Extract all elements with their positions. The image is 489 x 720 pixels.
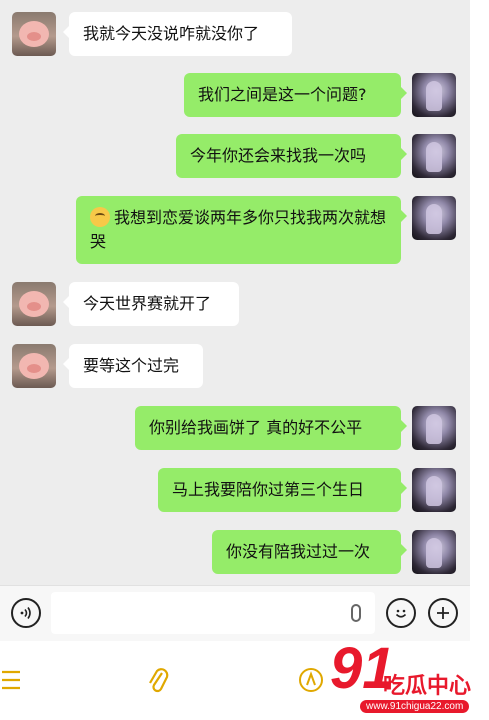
watermark-brand-name: 吃瓜中心: [383, 674, 472, 699]
microphone-icon[interactable]: [351, 604, 361, 622]
self-avatar[interactable]: [412, 196, 456, 240]
self-avatar[interactable]: [412, 468, 456, 512]
self-avatar[interactable]: [412, 406, 456, 450]
right-edge-strip: [470, 0, 489, 720]
message-text: 你别给我画饼了 真的好不公平: [149, 418, 363, 437]
message-text: 我想到恋爱谈两年多你只找我两次就想哭: [90, 208, 387, 251]
self-avatar[interactable]: [412, 73, 456, 117]
contact-avatar[interactable]: [12, 282, 56, 326]
message-text: 你没有陪我过过一次: [226, 542, 371, 561]
chat-area: 我就今天没说咋就没你了 我们之间是这一个问题? 今年你还会来找我一次吗 我想到恋…: [0, 0, 470, 585]
incoming-message[interactable]: 要等这个过完: [63, 344, 203, 388]
watermark-url: www.91chigua22.com: [360, 700, 470, 713]
contact-avatar[interactable]: [12, 344, 56, 388]
message-text: 今年你还会来找我一次吗: [190, 146, 367, 165]
paperclip-icon[interactable]: [146, 665, 170, 702]
more-plus-icon[interactable]: [428, 598, 458, 628]
outgoing-message[interactable]: 你别给我画饼了 真的好不公平: [135, 406, 407, 450]
outgoing-message[interactable]: 马上我要陪你过第三个生日: [158, 468, 407, 512]
message-text: 要等这个过完: [83, 356, 180, 375]
contact-avatar[interactable]: [12, 12, 56, 56]
incoming-message[interactable]: 今天世界赛就开了: [63, 282, 239, 326]
dizzy-face-emoji-icon: [90, 207, 110, 227]
message-text: 今天世界赛就开了: [83, 294, 212, 313]
message-input[interactable]: [51, 592, 375, 634]
menu-icon[interactable]: [0, 667, 22, 700]
input-bar: [0, 585, 470, 642]
message-text: 我就今天没说咋就没你了: [83, 24, 260, 43]
incoming-message[interactable]: 我就今天没说咋就没你了: [63, 12, 292, 56]
self-avatar[interactable]: [412, 530, 456, 574]
outgoing-message[interactable]: 你没有陪我过过一次: [212, 530, 407, 574]
emoji-icon[interactable]: [386, 598, 416, 628]
voice-mode-icon[interactable]: [11, 598, 41, 628]
message-text: 马上我要陪你过第三个生日: [172, 480, 365, 499]
outgoing-message[interactable]: 今年你还会来找我一次吗: [176, 134, 407, 178]
outgoing-message[interactable]: 我想到恋爱谈两年多你只找我两次就想哭: [76, 196, 407, 264]
pen-circle-icon[interactable]: [298, 667, 324, 700]
outgoing-message[interactable]: 我们之间是这一个问题?: [184, 73, 407, 117]
message-text: 我们之间是这一个问题?: [198, 85, 367, 104]
self-avatar[interactable]: [412, 134, 456, 178]
